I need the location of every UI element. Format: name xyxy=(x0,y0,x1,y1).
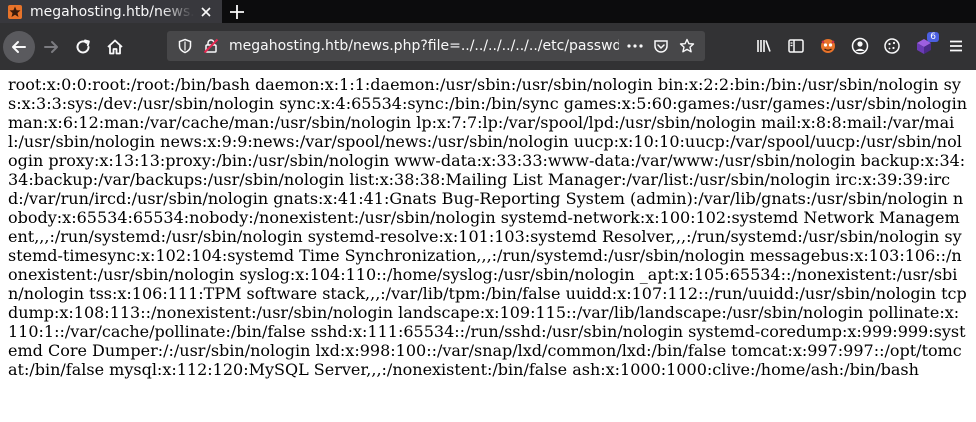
navigation-toolbar: megahosting.htb/news.php?file=../../../.… xyxy=(0,23,976,70)
shield-icon[interactable] xyxy=(175,36,195,56)
home-button[interactable] xyxy=(99,31,131,63)
extension-button-3[interactable]: 6 xyxy=(910,32,939,60)
hamburger-menu-icon xyxy=(950,40,962,52)
tab-strip: megahosting.htb/news.php?file=../../../.… xyxy=(0,0,976,23)
more-actions-icon[interactable] xyxy=(625,36,645,56)
arrow-right-icon xyxy=(44,40,58,53)
toolbar-right: 6 xyxy=(750,31,970,61)
account-button[interactable] xyxy=(846,32,874,60)
url-bar[interactable]: megahosting.htb/news.php?file=../../../.… xyxy=(167,31,705,61)
arrow-left-icon xyxy=(12,40,26,53)
cookie-icon xyxy=(884,38,900,54)
account-icon xyxy=(851,37,869,55)
library-button[interactable] xyxy=(750,32,778,60)
pocket-icon[interactable] xyxy=(651,36,671,56)
star-icon xyxy=(8,4,22,19)
extension-badge: 6 xyxy=(927,32,939,42)
back-button[interactable] xyxy=(3,30,35,63)
extension-button-1[interactable] xyxy=(814,32,842,60)
tab-title: megahosting.htb/news.php?file=../../../.… xyxy=(30,3,194,20)
page-content: root:x:0:0:root:/root:/bin/bash daemon:x… xyxy=(8,75,968,379)
menu-button[interactable] xyxy=(942,32,970,60)
sidebar-icon xyxy=(788,39,804,53)
url-text[interactable]: megahosting.htb/news.php?file=../../../.… xyxy=(229,38,619,54)
forward-button[interactable] xyxy=(35,31,67,63)
extension-button-2[interactable] xyxy=(878,32,906,60)
bookmark-star-icon[interactable] xyxy=(677,36,697,56)
sidebar-button[interactable] xyxy=(782,32,810,60)
library-icon xyxy=(757,40,771,52)
extension-monster-icon xyxy=(821,39,835,53)
insecure-lock-icon[interactable] xyxy=(201,36,221,56)
reload-icon xyxy=(76,39,90,53)
close-icon[interactable] xyxy=(198,4,214,20)
reload-button[interactable] xyxy=(67,31,99,63)
home-icon xyxy=(107,39,123,54)
plus-icon xyxy=(230,4,244,19)
new-tab-button[interactable] xyxy=(222,0,252,23)
tab-active[interactable]: megahosting.htb/news.php?file=../../../.… xyxy=(0,0,222,23)
